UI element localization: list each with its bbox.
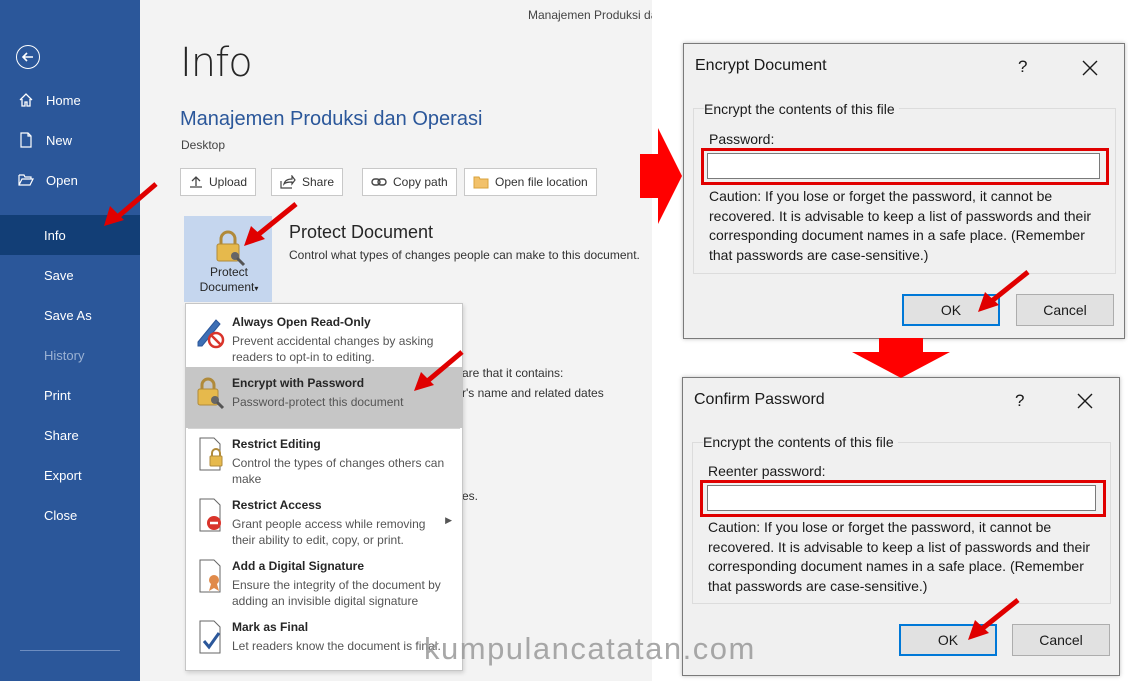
open-file-location-button-label: Open file location [495, 175, 588, 189]
upload-button-label: Upload [209, 175, 248, 189]
sidebar-item-label: Home [46, 92, 81, 108]
pointer-arrow-icon [104, 182, 158, 226]
backstage-sidebar: Home New Open Info Save Save As History … [0, 0, 140, 681]
sidebar-item-label: Close [44, 507, 78, 523]
versions-text-fragment: es. [462, 489, 479, 503]
flow-arrow-down-icon [852, 338, 950, 378]
share-icon [280, 175, 296, 189]
open-file-location-button[interactable]: Open file location [464, 168, 597, 196]
folder-open-icon [18, 172, 38, 188]
sidebar-item-new[interactable]: New [0, 120, 140, 160]
sidebar-item-history: History [0, 335, 140, 375]
menu-item-title: Restrict Access [232, 498, 322, 512]
menu-item-restrict-access[interactable]: Restrict Access Grant people access whil… [186, 489, 462, 550]
menu-item-description: Grant people access while removing their… [232, 517, 426, 547]
close-icon[interactable] [1077, 393, 1093, 409]
menu-item-description: Password-protect this document [232, 395, 404, 409]
protect-document-title: Protect Document [289, 222, 434, 242]
document-name: Manajemen Produksi dan Operasi [180, 108, 483, 130]
dialog-title: Confirm Password [694, 391, 825, 408]
sidebar-item-label: New [46, 132, 73, 148]
menu-item-description: Ensure the integrity of the document by … [232, 578, 441, 608]
sidebar-item-label: Export [44, 467, 82, 483]
caution-text: Caution: If you lose or forget the passw… [708, 519, 1091, 594]
sidebar-item-print[interactable]: Print [0, 375, 140, 415]
upload-button[interactable]: Upload [180, 168, 257, 196]
highlight-box [701, 148, 1109, 185]
sidebar-item-home[interactable]: Home [0, 80, 140, 120]
copy-path-button-label: Copy path [393, 175, 448, 189]
sidebar-item-save[interactable]: Save [0, 255, 140, 295]
menu-item-restrict-editing[interactable]: Restrict Editing Control the types of ch… [186, 428, 462, 489]
new-document-icon [18, 132, 38, 148]
sidebar-item-save-as[interactable]: Save As [0, 295, 140, 335]
cancel-button[interactable]: Cancel [1012, 624, 1110, 656]
protect-button-line1: Protect [209, 265, 248, 279]
dialog-title: Encrypt Document [695, 57, 827, 74]
sidebar-item-label: Save As [44, 307, 92, 323]
upload-icon [190, 176, 202, 188]
folder-icon [473, 176, 489, 189]
flow-arrow-right-icon [640, 128, 682, 224]
word-backstage: Home New Open Info Save Save As History … [0, 0, 652, 681]
menu-item-description: Control the types of changes others can … [232, 456, 445, 486]
password-label: Password: [709, 131, 775, 147]
sidebar-item-label: History [44, 347, 85, 363]
sidebar-divider [20, 650, 120, 651]
menu-item-title: Mark as Final [232, 620, 309, 634]
menu-item-title: Always Open Read-Only [232, 315, 371, 329]
protect-button-line2: Document▾ [199, 280, 259, 294]
caution-text: Caution: If you lose or forget the passw… [709, 188, 1092, 263]
page-title: Info [180, 40, 253, 86]
sidebar-item-label: Open [46, 172, 78, 188]
copy-path-button[interactable]: Copy path [362, 168, 457, 196]
sidebar-item-label: Print [44, 387, 71, 403]
restrict-editing-icon [199, 437, 223, 471]
reenter-password-label: Reenter password: [708, 463, 826, 479]
window-title: Manajemen Produksi da [528, 8, 652, 22]
document-location: Desktop [181, 138, 226, 152]
help-icon[interactable]: ? [1015, 391, 1024, 411]
encrypt-document-dialog: Encrypt Document ? Encrypt the contents … [683, 43, 1125, 339]
home-icon [18, 92, 38, 108]
submenu-arrow-icon: ▶ [445, 515, 452, 525]
sidebar-item-label: Save [44, 267, 74, 283]
menu-item-add-digital-signature[interactable]: Add a Digital Signature Ensure the integ… [186, 550, 462, 611]
share-button[interactable]: Share [271, 168, 344, 196]
watermark-text: kumpulancatatan.com [424, 631, 756, 666]
menu-item-mark-as-final[interactable]: Mark as Final Let readers know the docum… [186, 611, 462, 672]
pointer-arrow-icon [978, 270, 1030, 312]
pointer-arrow-icon [968, 598, 1020, 640]
share-button-label: Share [302, 175, 335, 189]
menu-item-title: Add a Digital Signature [232, 559, 365, 573]
inspect-text-fragment: r's name and related dates [462, 386, 604, 400]
sidebar-item-export[interactable]: Export [0, 455, 140, 495]
inspect-text-fragment: are that it contains: [462, 366, 564, 380]
pointer-arrow-icon [244, 202, 298, 246]
sidebar-item-share[interactable]: Share [0, 415, 140, 455]
digital-signature-icon [199, 559, 221, 593]
back-arrow-icon[interactable] [16, 45, 40, 69]
sidebar-item-label: Info [44, 227, 66, 243]
menu-item-title: Encrypt with Password [232, 376, 365, 390]
protect-document-description: Control what types of changes people can… [289, 248, 640, 262]
menu-item-description: Let readers know the document is final. [232, 639, 441, 653]
link-icon [371, 178, 387, 186]
highlight-box [700, 480, 1106, 517]
pointer-arrow-icon [414, 350, 464, 391]
sidebar-item-label: Share [44, 427, 79, 443]
menu-item-title: Restrict Editing [232, 437, 321, 451]
group-label: Encrypt the contents of this file [704, 101, 899, 117]
restrict-access-icon [199, 498, 221, 532]
group-label: Encrypt the contents of this file [703, 434, 898, 450]
lock-key-icon [197, 377, 225, 410]
close-icon[interactable] [1082, 60, 1098, 76]
mark-final-icon [199, 620, 221, 654]
read-only-pencil-icon [197, 319, 225, 349]
sidebar-item-close[interactable]: Close [0, 495, 140, 535]
help-icon[interactable]: ? [1018, 57, 1027, 77]
